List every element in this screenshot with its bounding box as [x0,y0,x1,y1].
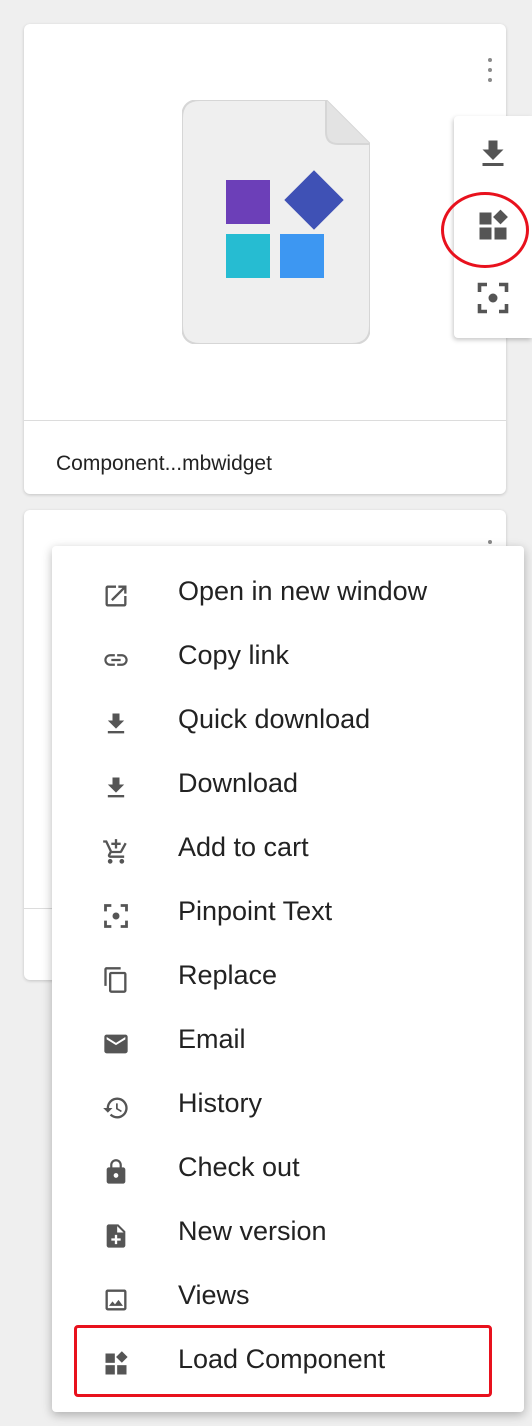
download-icon [107,777,125,798]
menu-item-quick-download[interactable]: Quick download [52,696,524,760]
menu-item-add-to-cart[interactable]: Add to cart [52,824,524,888]
open-in-new-icon [105,585,127,607]
download-icon [107,713,125,734]
pinpoint-text-icon[interactable] [475,280,511,316]
menu-item-label: Views [178,1280,250,1310]
context-menu: Open in new window Copy link Quick downl… [52,546,524,1412]
menu-item-label: Copy link [178,640,290,670]
menu-item-check-out[interactable]: Check out [52,1144,524,1208]
menu-item-load-component[interactable]: Load Component [52,1336,524,1400]
menu-item-label: Pinpoint Text [178,896,333,926]
menu-item-pinpoint-text[interactable]: Pinpoint Text [52,888,524,952]
menu-item-label: Replace [178,960,278,990]
menu-item-label: New version [178,1216,327,1246]
menu-item-label: Email [178,1024,246,1054]
download-icon[interactable] [475,136,511,172]
menu-item-views[interactable]: Views [52,1272,524,1336]
menu-item-label: Download [178,768,299,798]
quick-actions-panel [454,116,532,338]
menu-item-new-version[interactable]: New version [52,1208,524,1272]
asset-name: Component...mbwidget [56,452,272,475]
new-version-icon [106,1224,126,1248]
load-component-icon[interactable] [475,208,511,244]
menu-item-download[interactable]: Download [52,760,524,824]
asset-thumbnail[interactable] [24,24,506,421]
menu-item-label: Check out [178,1152,300,1182]
add-to-cart-icon [103,839,127,864]
link-icon [104,654,128,666]
replace-icon [104,967,127,993]
menu-item-email[interactable]: Email [52,1016,524,1080]
menu-item-label: Open in new window [178,576,428,606]
menu-item-open-in-new-window[interactable]: Open in new window [52,568,524,632]
history-icon [103,1097,128,1119]
menu-item-label: Load Component [178,1344,386,1374]
menu-item-label: Add to cart [178,832,309,862]
email-icon [104,1034,128,1054]
image-icon [105,1289,127,1311]
menu-item-replace[interactable]: Replace [52,952,524,1016]
component-file-icon [182,100,370,344]
menu-item-history[interactable]: History [52,1080,524,1144]
load-component-icon [105,1351,128,1375]
more-vert-icon[interactable] [480,54,500,88]
asset-card[interactable]: Component...mbwidget [24,24,506,494]
menu-item-label: History [178,1088,263,1118]
pinpoint-text-icon [104,904,128,928]
menu-item-copy-link[interactable]: Copy link [52,632,524,696]
menu-item-label: Quick download [178,704,371,734]
lock-icon [106,1159,126,1184]
